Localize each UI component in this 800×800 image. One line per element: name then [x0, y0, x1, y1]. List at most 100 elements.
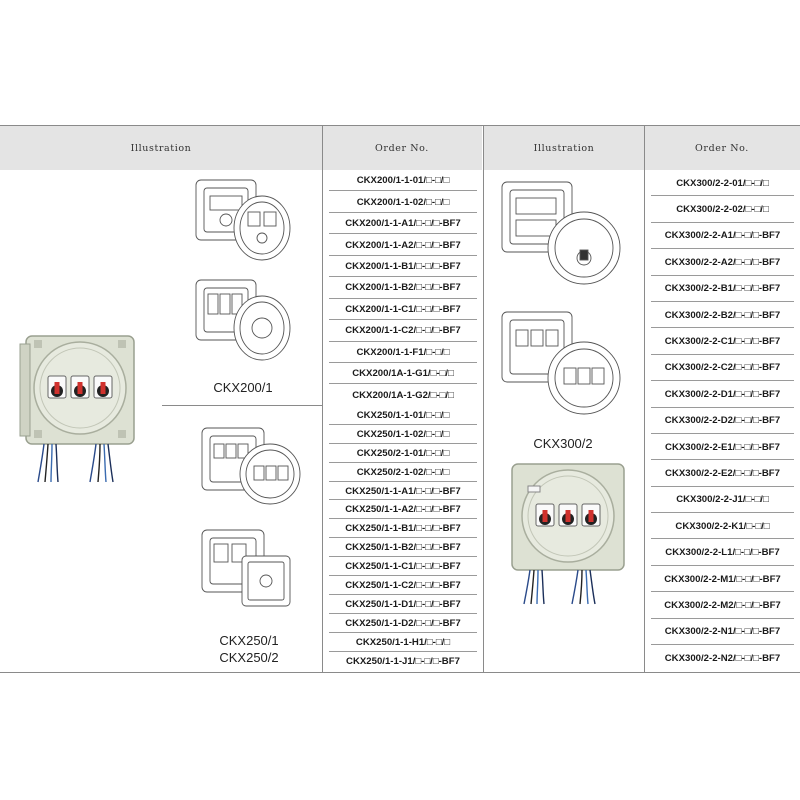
order-row: CKX200/1-1-C2/□-□/□-BF7 [323, 320, 483, 342]
order-row: CKX200/1-1-B2/□-□/□-BF7 [323, 277, 483, 300]
order-row: CKX250/1-1-B1/□-□/□-BF7 [323, 519, 483, 539]
left-illustration-header: Illustration [0, 126, 322, 170]
order-number: CKX300/2-2-M1/□-□/□-BF7 [664, 573, 781, 585]
ckx200-drawing-icon [195, 279, 291, 361]
order-number: CKX300/2-2-K1/□-□/□ [675, 520, 770, 532]
ckx250-drawing-bottom [196, 526, 302, 616]
ckx250-drawing-icon [201, 427, 301, 505]
order-number: CKX300/2-2-N1/□-□/□-BF7 [664, 626, 781, 638]
ckx300-order-list: CKX300/2-2-01/□-□/□ CKX300/2-2-02/□-□/□ CK… [645, 170, 800, 671]
left-illustration-header-label: Illustration [130, 142, 192, 154]
order-row: CKX250/1-1-D1/□-□/□-BF7 [323, 595, 483, 614]
order-number: CKX200/1-1-01/□-□/□ [356, 175, 450, 187]
order-number: CKX200/1-1-A1/□-□/□-BF7 [345, 218, 461, 230]
order-number: CKX300/2-2-J1/□-□/□ [676, 494, 769, 506]
ckx250-label-line1: CKX250/1 [219, 633, 279, 648]
ckx250-drawing-icon [201, 529, 291, 607]
order-number: CKX300/2-2-B1/□-□/□-BF7 [664, 283, 781, 295]
order-row: CKX200/1-1-01/□-□/□ [323, 170, 483, 192]
ckx250-label: CKX250/1 CKX250/2 [196, 632, 302, 666]
order-number: CKX300/2-2-M2/□-□/□-BF7 [664, 599, 781, 611]
order-row: CKX300/2-2-M2/□-□/□-BF7 [645, 592, 800, 620]
order-row: CKX250/1-1-D2/□-□/□-BF7 [323, 614, 483, 633]
order-number: CKX250/1-1-D1/□-□/□-BF7 [345, 598, 461, 610]
order-number: CKX250/1-1-C2/□-□/□-BF7 [345, 579, 461, 591]
order-row: CKX250/1-1-A2/□-□/□-BF7 [323, 500, 483, 520]
enclosure-photo-right [506, 460, 628, 608]
order-number: CKX250/1-1-B1/□-□/□-BF7 [345, 523, 461, 535]
table-bottom-rule [0, 672, 800, 673]
left-order-header: Order No. [322, 126, 482, 170]
order-number: CKX250/1-1-02/□-□/□ [356, 428, 450, 440]
order-number: CKX250/1-1-A2/□-□/□-BF7 [345, 504, 461, 516]
ckx200-ckx250-divider [162, 405, 322, 406]
center-divider [483, 126, 484, 672]
order-number: CKX250/1-1-C1/□-□/□-BF7 [345, 561, 461, 573]
order-row: CKX300/2-2-L1/□-□/□-BF7 [645, 539, 800, 567]
order-row: CKX300/2-2-N2/□-□/□-BF7 [645, 645, 800, 671]
order-number: CKX300/2-2-A1/□-□/□-BF7 [664, 230, 781, 242]
ckx200-drawing-bottom [190, 276, 296, 368]
ckx200-drawing-top [190, 176, 296, 268]
order-number: CKX300/2-2-C2/□-□/□-BF7 [664, 362, 781, 374]
ckx250-order-list: CKX250/1-1-01/□-□/□ CKX250/1-1-02/□-□/□ CK… [323, 406, 483, 670]
order-number: CKX250/1-1-D2/□-□/□-BF7 [345, 617, 461, 629]
order-row: CKX300/2-2-D2/□-□/□-BF7 [645, 408, 800, 435]
order-number: CKX300/2-2-01/□-□/□ [676, 177, 769, 189]
order-row: CKX300/2-2-A2/□-□/□-BF7 [645, 249, 800, 276]
order-number: CKX300/2-2-D1/□-□/□-BF7 [664, 388, 781, 400]
order-row: CKX300/2-2-02/□-□/□ [645, 196, 800, 224]
order-row: CKX300/2-2-C1/□-□/□-BF7 [645, 328, 800, 356]
order-row: CKX200/1-1-C1/□-□/□-BF7 [323, 299, 483, 321]
order-number: CKX250/2-1-02/□-□/□ [356, 466, 450, 478]
right-order-header: Order No. [644, 126, 800, 170]
order-row: CKX250/1-1-C2/□-□/□-BF7 [323, 576, 483, 595]
order-row: CKX250/1-1-C1/□-□/□-BF7 [323, 557, 483, 576]
enclosure-photo-icon [19, 335, 135, 483]
right-illustration-header: Illustration [484, 126, 644, 170]
ckx250-label-line2: CKX250/2 [219, 650, 279, 665]
ckx200-drawing-icon [195, 179, 291, 261]
order-row: CKX200/1A-1-G2/□-□/□ [323, 384, 483, 405]
order-row: CKX250/1-1-A1/□-□/□-BF7 [323, 482, 483, 501]
order-number: CKX250/1-1-J1/□-□/□-BF7 [346, 655, 460, 667]
order-row: CKX300/2-2-A1/□-□/□-BF7 [645, 223, 800, 250]
order-row: CKX300/2-2-K1/□-□/□ [645, 513, 800, 540]
table-top-rule [0, 125, 800, 126]
ckx200-order-list: CKX200/1-1-01/□-□/□ CKX200/1-1-02/□-□/□ CK… [323, 170, 483, 406]
order-number: CKX200/1-1-C1/□-□/□-BF7 [345, 303, 461, 315]
order-number: CKX200/1A-1-G2/□-□/□ [352, 389, 454, 401]
order-row: CKX300/2-2-J1/□-□/□ [645, 487, 800, 514]
order-number: CKX200/1A-1-G1/□-□/□ [352, 368, 454, 380]
order-row: CKX200/1-1-A2/□-□/□-BF7 [323, 234, 483, 257]
order-number: CKX250/2-1-01/□-□/□ [356, 447, 450, 459]
ckx300-drawing-top [496, 178, 626, 290]
order-row: CKX300/2-2-M1/□-□/□-BF7 [645, 566, 800, 593]
ckx200-label: CKX200/1 [213, 380, 273, 395]
order-number: CKX300/2-2-E1/□-□/□-BF7 [665, 441, 780, 453]
order-number: CKX200/1-1-F1/□-□/□ [356, 346, 450, 358]
order-row: CKX200/1-1-A1/□-□/□-BF7 [323, 213, 483, 235]
order-row: CKX250/1-1-B2/□-□/□-BF7 [323, 538, 483, 558]
ckx250-drawing-top [196, 424, 302, 514]
ckx300-drawing-bottom [496, 308, 626, 420]
order-row: CKX250/2-1-01/□-□/□ [323, 444, 483, 463]
order-row: CKX300/2-2-B2/□-□/□-BF7 [645, 302, 800, 329]
order-row: CKX200/1-1-02/□-□/□ [323, 191, 483, 214]
order-row: CKX300/2-2-B1/□-□/□-BF7 [645, 276, 800, 303]
left-order-header-label: Order No. [375, 142, 429, 154]
order-number: CKX250/1-1-H1/□-□/□ [355, 636, 451, 648]
order-row: CKX250/1-1-01/□-□/□ [323, 406, 483, 425]
right-illustration-header-label: Illustration [533, 142, 595, 154]
order-number: CKX200/1-1-02/□-□/□ [356, 196, 450, 208]
order-number: CKX250/1-1-B2/□-□/□-BF7 [345, 542, 461, 554]
order-number: CKX300/2-2-E2/□-□/□-BF7 [665, 467, 780, 479]
order-row: CKX300/2-2-E2/□-□/□-BF7 [645, 460, 800, 488]
order-row: CKX200/1-1-B1/□-□/□-BF7 [323, 256, 483, 278]
right-order-header-label: Order No. [695, 142, 749, 154]
order-number: CKX200/1-1-B1/□-□/□-BF7 [345, 260, 461, 272]
order-row: CKX250/1-1-02/□-□/□ [323, 425, 483, 444]
order-number: CKX300/2-2-C1/□-□/□-BF7 [664, 336, 781, 348]
order-number: CKX300/2-2-02/□-□/□ [676, 204, 769, 216]
order-row: CKX250/2-1-02/□-□/□ [323, 463, 483, 482]
